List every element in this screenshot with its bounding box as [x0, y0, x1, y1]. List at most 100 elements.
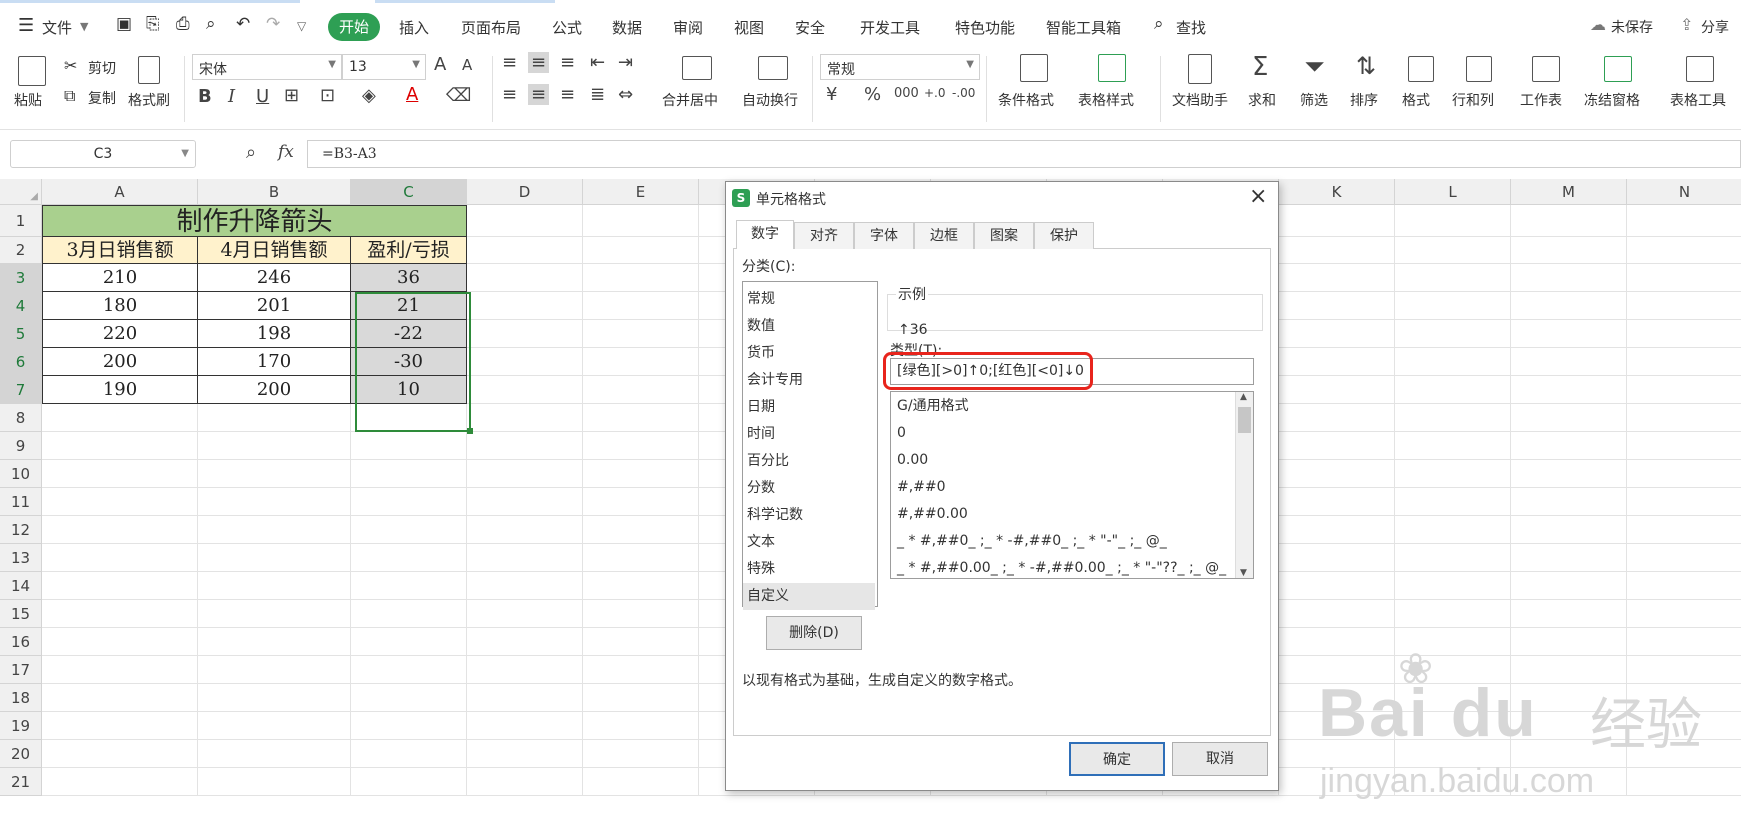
format-painter-button[interactable]: 格式刷 — [128, 90, 170, 110]
sort-icon[interactable]: ⇅ — [1356, 52, 1376, 80]
data-cell[interactable]: 201 — [198, 292, 351, 320]
print-preview-icon[interactable]: ⌕ — [206, 14, 216, 34]
tab-data[interactable]: 数据 — [612, 17, 642, 38]
data-cell[interactable]: 198 — [198, 320, 351, 348]
cell[interactable] — [198, 432, 351, 460]
cell[interactable] — [198, 404, 351, 432]
cell[interactable] — [42, 544, 198, 572]
merge-center-icon[interactable] — [682, 56, 712, 80]
cell[interactable] — [467, 237, 583, 264]
wrap-text-button[interactable]: 自动换行 — [742, 90, 798, 110]
cell[interactable] — [1511, 432, 1627, 460]
decimal-decrease-icon[interactable]: -.00 — [952, 86, 975, 100]
cell[interactable] — [583, 404, 699, 432]
cell[interactable] — [351, 460, 467, 488]
column-header-c[interactable]: C — [351, 179, 467, 205]
category-item[interactable]: 时间 — [743, 421, 875, 448]
cell[interactable] — [1395, 516, 1511, 544]
sum-icon[interactable]: Σ — [1252, 52, 1268, 82]
cell[interactable] — [583, 600, 699, 628]
row-header-4[interactable]: 4 — [0, 292, 42, 320]
tab-special[interactable]: 特色功能 — [955, 17, 1015, 38]
data-cell[interactable]: 200 — [42, 348, 198, 376]
cell[interactable] — [351, 600, 467, 628]
cell[interactable] — [351, 516, 467, 544]
cell[interactable] — [1511, 376, 1627, 404]
column-header-d[interactable]: D — [467, 179, 583, 205]
cell[interactable] — [1627, 572, 1741, 600]
cell[interactable] — [351, 656, 467, 684]
cell[interactable] — [351, 432, 467, 460]
cell[interactable] — [467, 460, 583, 488]
distributed-icon[interactable]: ⇔ — [618, 84, 633, 105]
undo-icon[interactable]: ↶ — [236, 14, 250, 34]
cell[interactable] — [1279, 432, 1395, 460]
table-tools-icon[interactable] — [1686, 56, 1714, 82]
fx-icon[interactable]: fx — [278, 142, 294, 162]
cell[interactable] — [42, 572, 198, 600]
cell[interactable] — [1627, 600, 1741, 628]
format-icon[interactable] — [1408, 56, 1434, 82]
row-header-18[interactable]: 18 — [0, 684, 42, 712]
cell[interactable] — [1279, 320, 1395, 348]
cell[interactable] — [467, 376, 583, 404]
worksheet-icon[interactable] — [1532, 56, 1560, 82]
category-item[interactable]: 数值 — [743, 313, 875, 340]
cell[interactable] — [42, 628, 198, 656]
cell[interactable] — [42, 768, 198, 796]
column-header-m[interactable]: M — [1511, 179, 1627, 205]
percent-icon[interactable]: % — [864, 84, 881, 105]
copy-button[interactable]: 复制 — [88, 88, 116, 108]
sort-button[interactable]: 排序 — [1350, 90, 1378, 110]
cell[interactable] — [42, 460, 198, 488]
row-header-21[interactable]: 21 — [0, 768, 42, 796]
freeze-panes-icon[interactable] — [1604, 56, 1632, 82]
cell[interactable] — [467, 628, 583, 656]
cell[interactable] — [1511, 205, 1627, 237]
decimal-increase-icon[interactable]: +.0 — [924, 86, 946, 100]
cell[interactable] — [42, 432, 198, 460]
table-style-button[interactable]: 表格样式 — [1078, 90, 1134, 110]
row-header-13[interactable]: 13 — [0, 544, 42, 572]
header-cell[interactable]: 盈利/亏损 — [351, 237, 467, 264]
cell[interactable] — [467, 768, 583, 796]
cell[interactable] — [351, 712, 467, 740]
category-item[interactable]: 特殊 — [743, 556, 875, 583]
cell[interactable] — [1627, 348, 1741, 376]
worksheet-button[interactable]: 工作表 — [1520, 90, 1562, 110]
paste-icon[interactable] — [18, 56, 46, 86]
cell[interactable] — [198, 488, 351, 516]
row-header-16[interactable]: 16 — [0, 628, 42, 656]
tab-review[interactable]: 审阅 — [673, 17, 703, 38]
cell[interactable] — [583, 432, 699, 460]
cell[interactable] — [1279, 600, 1395, 628]
cell[interactable] — [583, 656, 699, 684]
bold-icon[interactable]: B — [198, 86, 212, 107]
cell[interactable] — [351, 488, 467, 516]
cell[interactable] — [1627, 488, 1741, 516]
tab-protection[interactable]: 保护 — [1034, 222, 1094, 249]
cell[interactable] — [583, 264, 699, 292]
font-name-select[interactable]: 宋体 ▼ — [192, 54, 342, 80]
cell[interactable] — [1395, 237, 1511, 264]
row-header-17[interactable]: 17 — [0, 656, 42, 684]
cell[interactable] — [198, 768, 351, 796]
font-color-icon[interactable]: A — [406, 84, 418, 105]
conditional-format-icon[interactable] — [1020, 54, 1048, 82]
file-menu[interactable]: 文件 — [42, 17, 72, 38]
column-header-b[interactable]: B — [198, 179, 351, 205]
cell[interactable] — [351, 740, 467, 768]
row-header-6[interactable]: 6 — [0, 348, 42, 376]
cell[interactable] — [198, 740, 351, 768]
align-center-icon[interactable]: ≡ — [528, 84, 550, 105]
cell[interactable] — [1511, 516, 1627, 544]
cell[interactable] — [198, 544, 351, 572]
cell[interactable] — [467, 488, 583, 516]
cell[interactable] — [1627, 264, 1741, 292]
save-icon[interactable]: ▣ — [116, 14, 132, 34]
cell[interactable] — [467, 740, 583, 768]
cell[interactable] — [1511, 600, 1627, 628]
ok-button[interactable]: 确定 — [1069, 742, 1165, 776]
cell[interactable] — [583, 376, 699, 404]
tab-alignment[interactable]: 对齐 — [794, 222, 854, 249]
